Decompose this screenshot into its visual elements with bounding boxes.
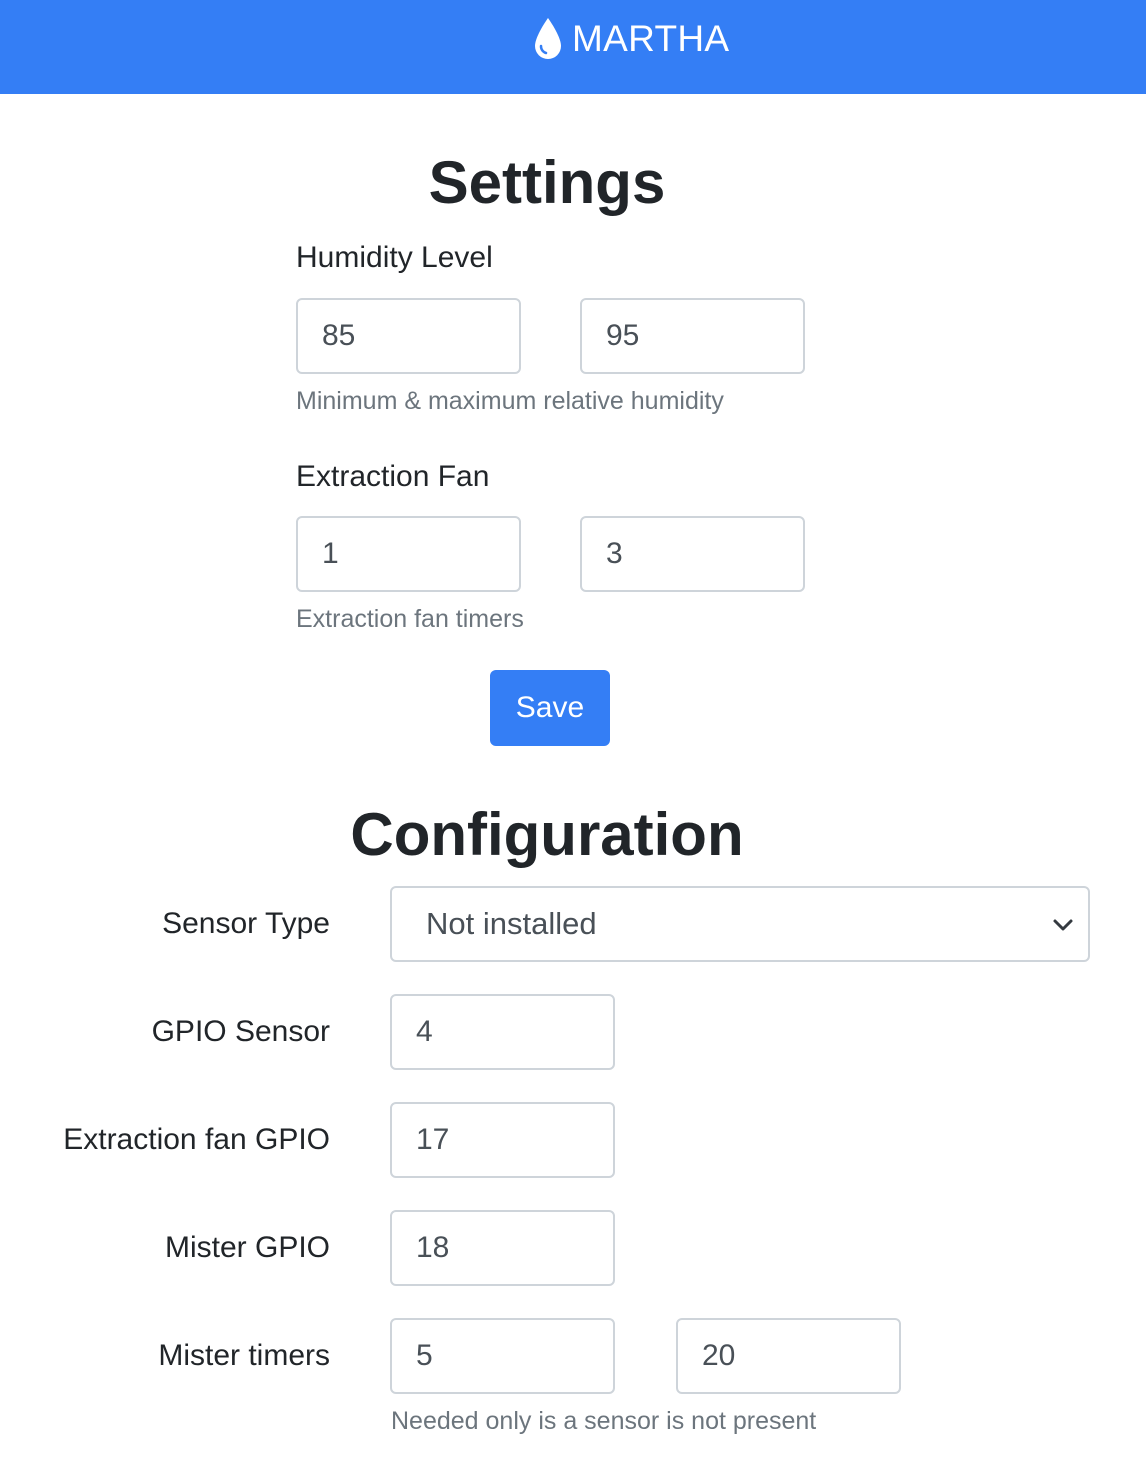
mister-timers-help-text: Needed only is a sensor is not present [391, 1407, 817, 1435]
fan-timer-2-input[interactable] [580, 516, 805, 592]
gpio-sensor-input[interactable] [390, 994, 615, 1070]
sensor-type-selected-value: Not installed [426, 906, 597, 941]
settings-heading: Settings [428, 149, 666, 216]
fan-help-text: Extraction fan timers [296, 605, 524, 633]
mister-timer-2-input[interactable] [676, 1318, 901, 1394]
gpio-sensor-label: GPIO Sensor [151, 1015, 330, 1048]
mister-timers-label: Mister timers [158, 1339, 330, 1372]
sensor-type-select[interactable]: Not installed [390, 886, 1090, 962]
humidity-level-label: Humidity Level [296, 241, 493, 274]
mister-gpio-label: Mister GPIO [164, 1231, 330, 1264]
configuration-heading: Configuration [350, 801, 744, 868]
humidity-max-input[interactable] [580, 298, 805, 374]
save-button[interactable]: Save [490, 670, 610, 746]
fan-gpio-input[interactable] [390, 1102, 615, 1178]
humidity-min-input[interactable] [296, 298, 521, 374]
fan-timer-1-input[interactable] [296, 516, 521, 592]
brand-text: MARTHA [572, 18, 730, 59]
fan-gpio-label: Extraction fan GPIO [63, 1123, 330, 1156]
extraction-fan-label: Extraction Fan [296, 460, 490, 493]
mister-gpio-input[interactable] [390, 1210, 615, 1286]
water-drop-icon [535, 18, 561, 59]
brand-link[interactable]: MARTHA [532, 14, 729, 64]
sensor-type-label: Sensor Type [162, 907, 330, 940]
navbar: MARTHA [0, 0, 1146, 94]
humidity-help-text: Minimum & maximum relative humidity [296, 387, 724, 415]
chevron-down-icon [1053, 919, 1073, 931]
mister-timer-1-input[interactable] [390, 1318, 615, 1394]
